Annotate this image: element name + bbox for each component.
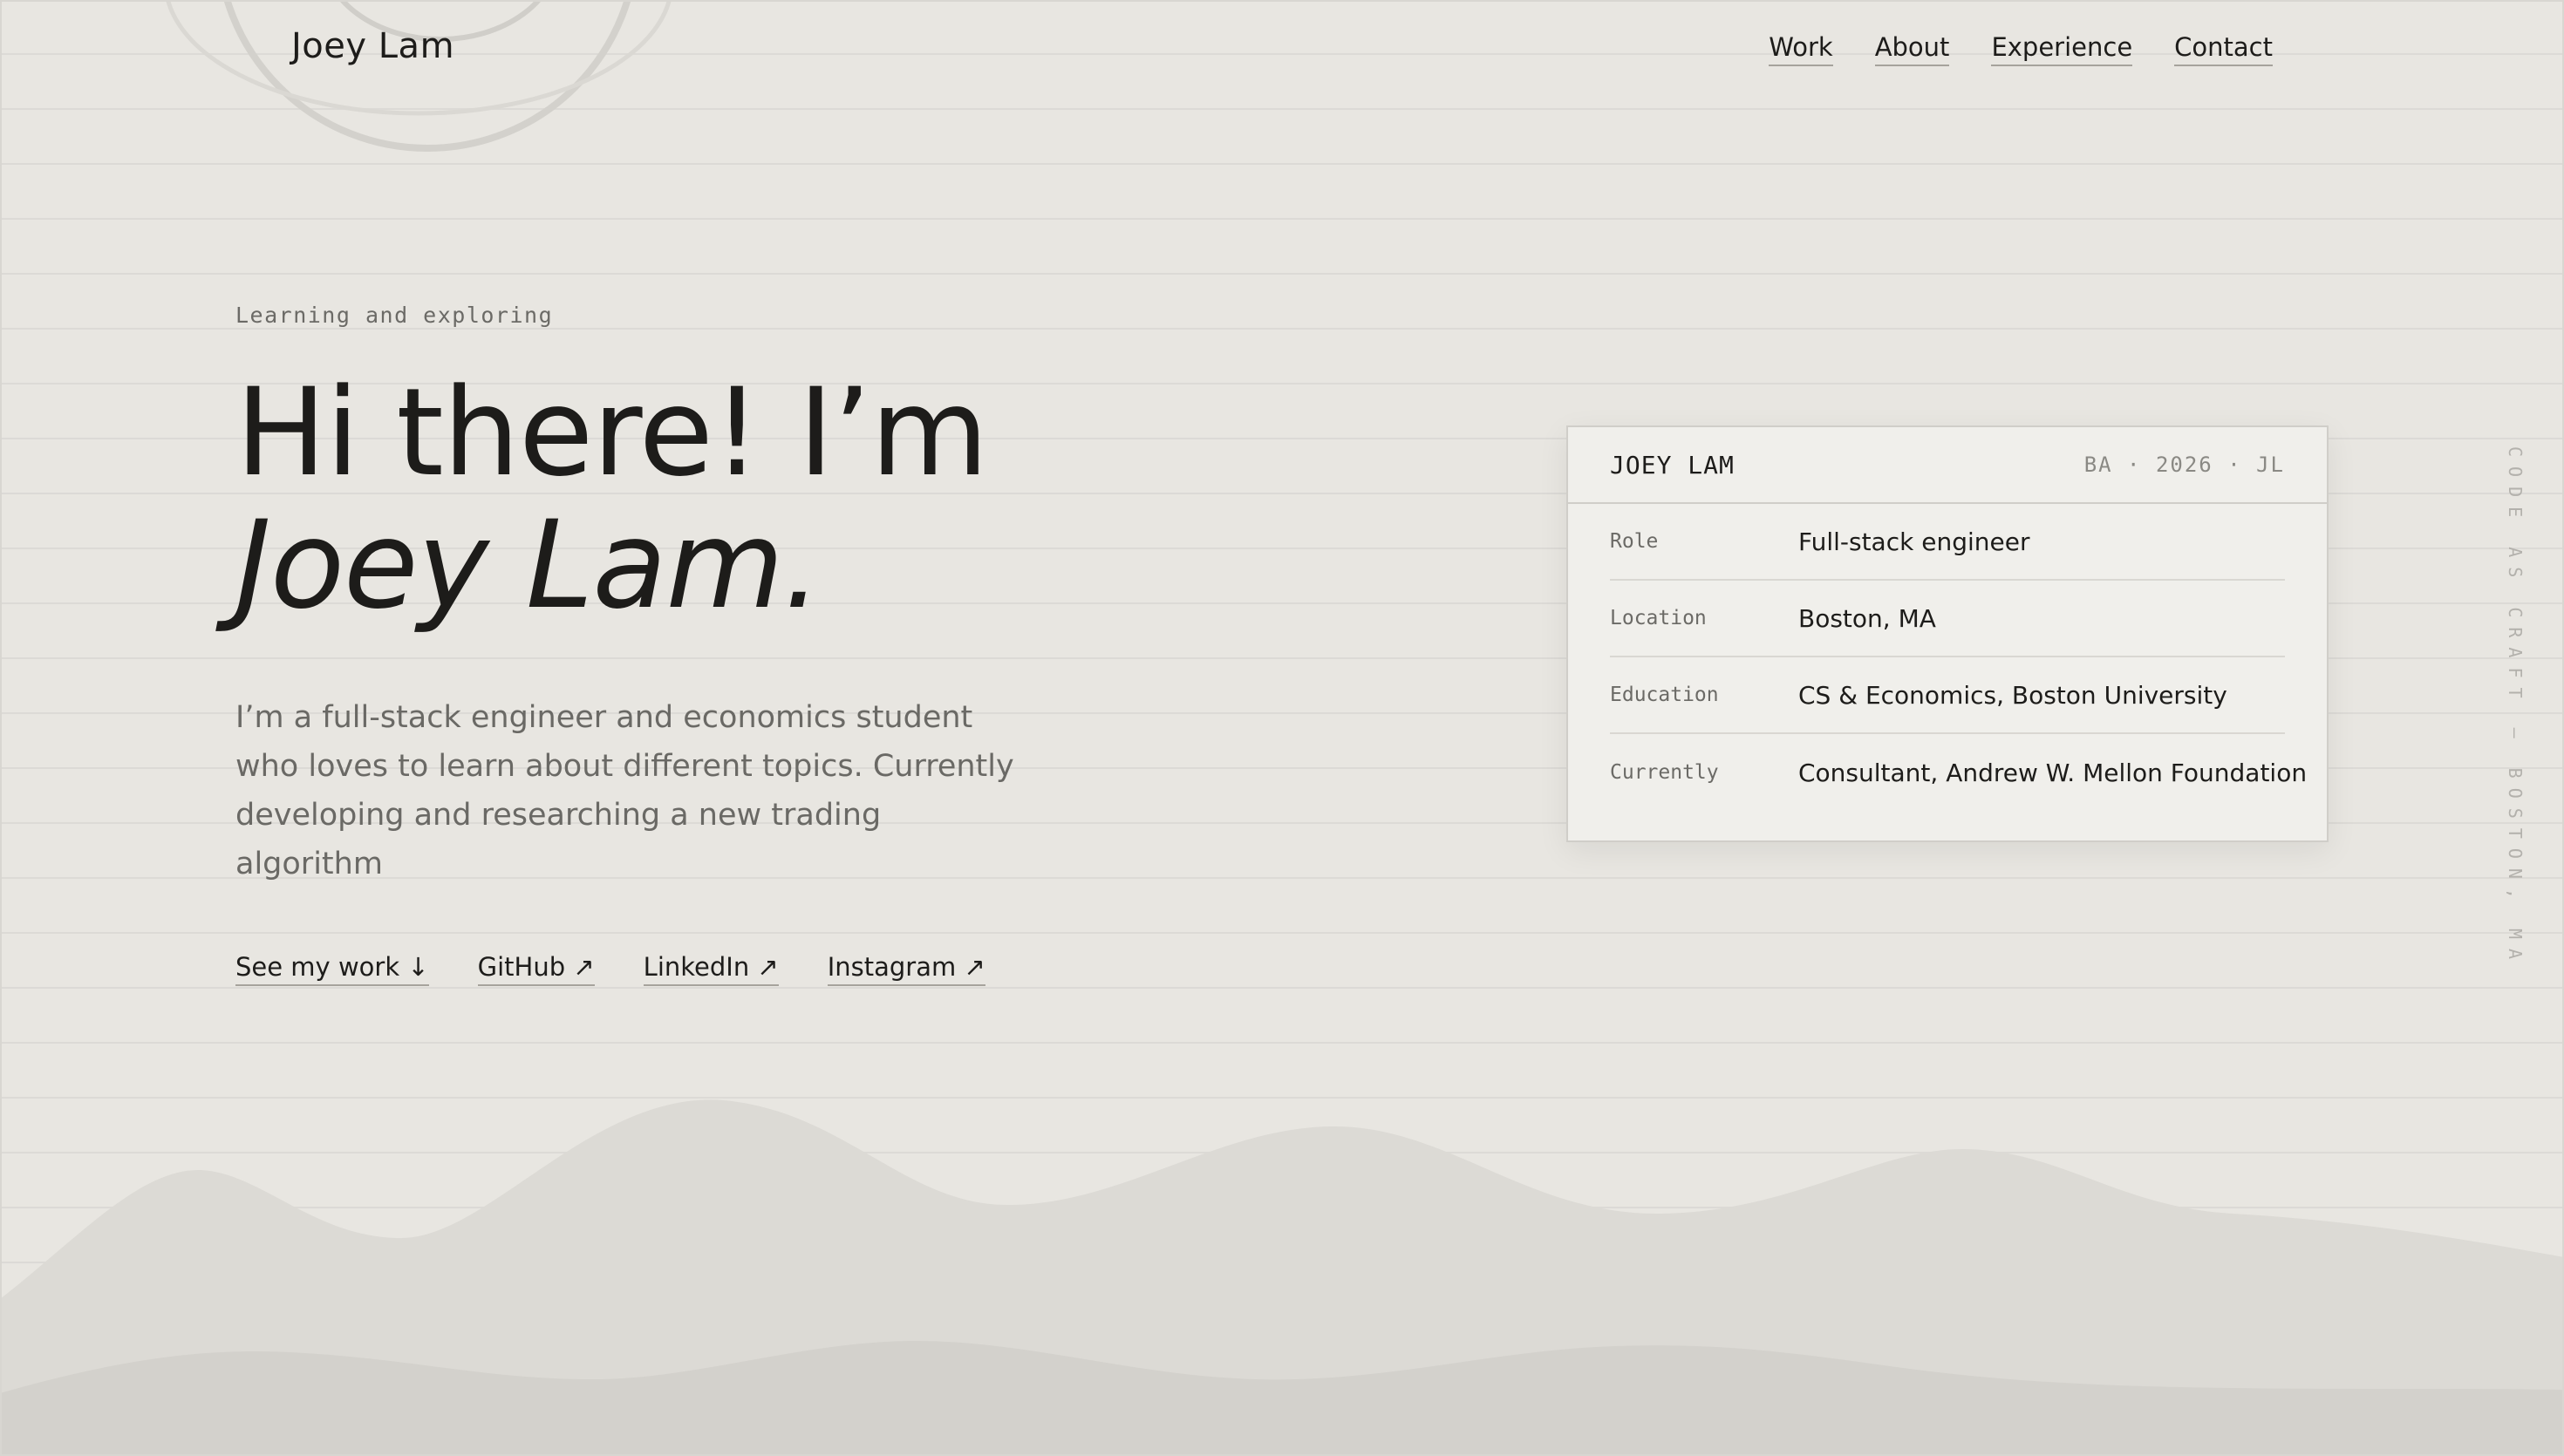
profile-card-rows: Role Full-stack engineer Location Boston… — [1568, 504, 2327, 811]
main-nav: Work About Experience Contact — [1769, 32, 2273, 67]
profile-row-label: Location — [1610, 607, 1707, 629]
profile-row-value: CS & Economics, Boston University — [1798, 680, 2227, 710]
profile-row-location: Location Boston, MA — [1610, 581, 2285, 657]
profile-row-education: Education CS & Economics, Boston Univers… — [1610, 657, 2285, 734]
nav-link-experience[interactable]: Experience — [1991, 32, 2133, 67]
profile-row-value: Boston, MA — [1798, 603, 1936, 633]
profile-card-meta: BA · 2026 · JL — [2083, 452, 2285, 477]
profile-row-value: Full-stack engineer — [1798, 527, 2030, 556]
instagram-link[interactable]: Instagram ↗ — [827, 952, 985, 987]
hero-links: See my work ↓ GitHub ↗ LinkedIn ↗ Instag… — [235, 952, 985, 987]
profile-row-currently: Currently Consultant, Andrew W. Mellon F… — [1610, 734, 2307, 811]
profile-row-label: Education — [1610, 684, 1719, 706]
linkedin-link[interactable]: LinkedIn ↗ — [643, 952, 779, 987]
nav-link-contact[interactable]: Contact — [2174, 32, 2273, 67]
nav-link-work[interactable]: Work — [1769, 32, 1833, 67]
github-link[interactable]: GitHub ↗ — [477, 952, 595, 987]
profile-row-value: Consultant, Andrew W. Mellon Foundation — [1798, 758, 2308, 787]
hero-headline: Hi there! I’m Joey Lam. — [235, 362, 989, 636]
profile-card-header: JOEY LAM BA · 2026 · JL — [1568, 427, 2327, 504]
nav-link-about[interactable]: About — [1874, 32, 1950, 67]
side-caption: CODE AS CRAFT — BOSTON, MA — [2505, 446, 2526, 970]
profile-card: JOEY LAM BA · 2026 · JL Role Full-stack … — [1566, 425, 2329, 842]
hero-eyebrow: Learning and exploring — [235, 303, 554, 328]
brand-name[interactable]: Joey Lam — [291, 26, 454, 66]
profile-row-label: Role — [1610, 530, 1659, 553]
hero-intro: I’m a full-stack engineer and economics … — [235, 700, 1014, 881]
profile-card-title: JOEY LAM — [1610, 450, 1735, 480]
see-work-link[interactable]: See my work ↓ — [235, 952, 429, 987]
hero-name: Joey Lam. — [235, 494, 822, 636]
hero-greeting: Hi there! I’m — [235, 362, 989, 503]
profile-row-label: Currently — [1610, 761, 1719, 784]
profile-row-role: Role Full-stack engineer — [1610, 504, 2285, 581]
